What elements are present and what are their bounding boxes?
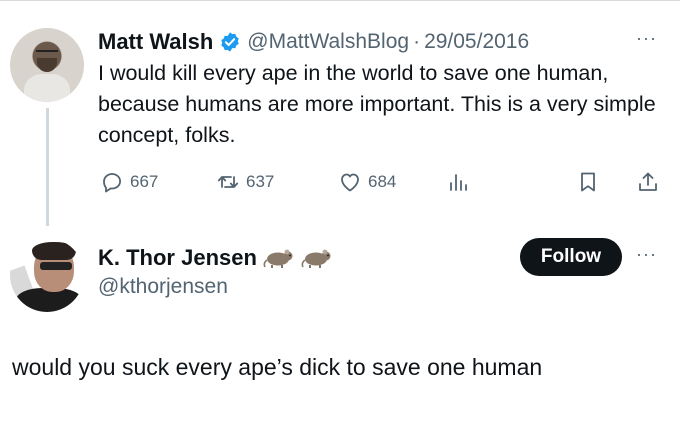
tweet-date[interactable]: 29/05/2016 bbox=[424, 30, 529, 54]
like-count: 684 bbox=[368, 172, 397, 191]
retweet-button[interactable]: 637 bbox=[216, 168, 274, 196]
reply-text: would you suck every ape’s dick to save … bbox=[12, 354, 543, 380]
more-options-icon[interactable]: ··· bbox=[636, 28, 657, 49]
more-options-icon[interactable]: ··· bbox=[636, 244, 657, 265]
heart-icon bbox=[341, 173, 359, 192]
share-button[interactable] bbox=[636, 168, 660, 196]
author-handle[interactable]: @kthorjensen bbox=[98, 275, 228, 299]
reply-count: 667 bbox=[130, 172, 159, 191]
author-name[interactable]: K. Thor Jensen bbox=[98, 245, 257, 271]
tweet-text: I would kill every ape in the world to s… bbox=[98, 61, 656, 147]
views-button[interactable] bbox=[446, 168, 470, 196]
verified-badge-icon bbox=[221, 32, 240, 52]
retweet-count: 637 bbox=[246, 172, 275, 191]
rat-emoji-icon bbox=[263, 249, 293, 268]
author-name[interactable]: Matt Walsh bbox=[98, 29, 213, 55]
retweet-icon bbox=[217, 176, 239, 188]
bookmark-icon bbox=[581, 172, 595, 192]
bookmark-button[interactable] bbox=[576, 168, 600, 196]
avatar[interactable] bbox=[10, 238, 84, 312]
follow-button[interactable]: Follow bbox=[520, 238, 622, 276]
dot-separator: · bbox=[413, 30, 421, 53]
like-button[interactable]: 684 bbox=[338, 168, 396, 196]
thread-line bbox=[46, 108, 49, 226]
analytics-icon bbox=[450, 174, 467, 191]
reply-icon bbox=[103, 173, 121, 193]
rat-emoji-icon bbox=[301, 249, 331, 268]
author-handle[interactable]: @MattWalshBlog bbox=[247, 30, 409, 54]
avatar[interactable] bbox=[10, 28, 84, 102]
share-icon bbox=[639, 172, 657, 191]
parent-tweet[interactable]: Matt Walsh @MattWalshBlog · 29/05/2016 ·… bbox=[0, 0, 680, 226]
reply-header: K. Thor Jensen bbox=[98, 243, 333, 273]
tweet-header: Matt Walsh @MattWalshBlog · 29/05/2016 bbox=[98, 28, 529, 56]
tweet-actions: 667 637 684 bbox=[98, 168, 664, 196]
reply-button[interactable]: 667 bbox=[100, 168, 158, 196]
